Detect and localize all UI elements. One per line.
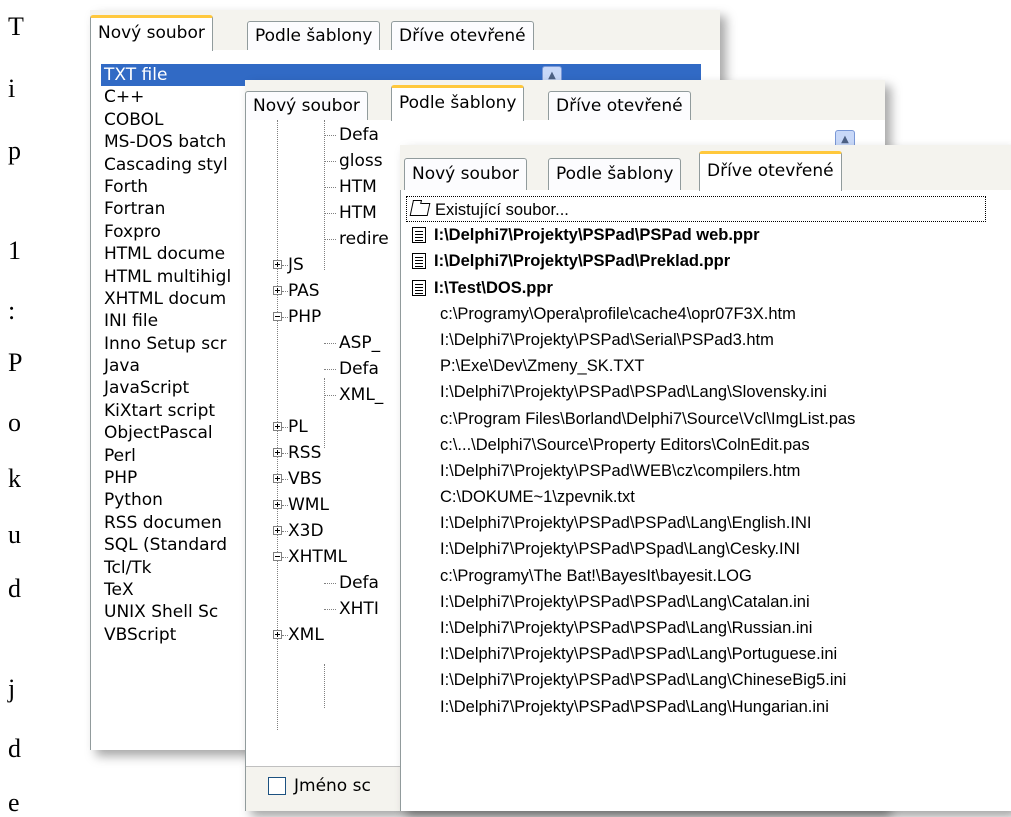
expand-icon[interactable]	[273, 500, 282, 509]
recent-file-item[interactable]: I:\Delphi7\Projekty\PSPad\PSPad\Lang\Hun…	[406, 694, 1006, 720]
side-char: d	[8, 574, 21, 603]
tree-folder-label: WML	[288, 495, 329, 515]
tab-by-template[interactable]: Podle šablony	[391, 85, 525, 122]
recent-file-item[interactable]: I:\Delphi7\Projekty\PSPad\PSpad\Lang\Ces…	[406, 536, 1006, 562]
recent-file-item[interactable]: I:\Delphi7\Projekty\PSPad\WEB\cz\compile…	[406, 458, 1006, 484]
tree-folder-label: XHTML	[288, 547, 347, 567]
template-name-checkbox[interactable]	[268, 777, 286, 795]
side-char: i	[8, 74, 16, 103]
expand-icon[interactable]	[273, 286, 282, 295]
side-char: j	[8, 674, 16, 703]
expand-icon[interactable]	[273, 474, 282, 483]
side-char: P	[8, 348, 23, 377]
recent-file-item[interactable]: c:\Programy\The Bat!\BayesIt\bayesit.LOG	[406, 563, 1006, 589]
recent-file-item[interactable]: I:\Delphi7\Projekty\PSPad\Serial\PSPad3.…	[406, 327, 1006, 353]
tab-bar: Nový soubor Podle šablony Dříve otevřené	[90, 10, 720, 52]
expand-icon[interactable]	[273, 448, 282, 457]
project-file-icon	[412, 227, 426, 244]
tab-bar: Nový soubor Podle šablony Dříve otevřené	[400, 145, 1011, 192]
project-file-icon	[412, 279, 426, 296]
recent-files-list: Existující soubor... I:\Delphi7\Projekty…	[406, 196, 1006, 720]
tree-folder-label: JS	[288, 255, 304, 275]
recent-file-item[interactable]: I:\Delphi7\Projekty\PSPad\PSPad\Lang\Eng…	[406, 510, 1006, 536]
open-existing-label: Existující soubor...	[435, 201, 569, 219]
tab-by-template[interactable]: Podle šablony	[247, 21, 381, 51]
tree-folder-label: RSS	[288, 443, 322, 463]
recent-file-item[interactable]: C:\DOKUME~1\zpevnik.txt	[406, 484, 1006, 510]
tree-folder-label: PAS	[288, 281, 320, 301]
recent-file-item[interactable]: I:\Delphi7\Projekty\PSPad\PSPad\Lang\Por…	[406, 641, 1006, 667]
side-char: e	[8, 788, 20, 817]
recent-file-item[interactable]: I:\Delphi7\Projekty\PSPad\PSPad\Lang\Cat…	[406, 589, 1006, 615]
tab-new-file[interactable]: Nový soubor	[245, 91, 368, 121]
recent-project-item[interactable]: I:\Delphi7\Projekty\PSPad\PSPad web.ppr	[406, 222, 1006, 248]
tab-new-file[interactable]: Nový soubor	[404, 158, 527, 191]
expand-icon[interactable]	[273, 260, 282, 269]
side-char: :	[8, 296, 16, 325]
side-char: p	[8, 136, 21, 165]
tree-folder-label: PHP	[288, 307, 322, 327]
recent-file-item[interactable]: I:\Delphi7\Projekty\PSPad\PSPad\Lang\Slo…	[406, 379, 1006, 405]
expand-icon[interactable]	[273, 422, 282, 431]
recent-files-area: Existující soubor... I:\Delphi7\Projekty…	[400, 190, 1011, 811]
side-char: k	[8, 464, 21, 493]
tab-by-template[interactable]: Podle šablony	[548, 158, 682, 191]
recent-project-path: I:\Delphi7\Projekty\PSPad\PSPad web.ppr	[434, 226, 760, 245]
expand-icon[interactable]	[273, 630, 282, 639]
side-char: 1	[8, 236, 21, 265]
tree-folder-label: VBS	[288, 469, 322, 489]
tree-folder-label: PL	[288, 417, 308, 437]
tab-recently-opened[interactable]: Dříve otevřené	[548, 91, 691, 121]
tab-recently-opened[interactable]: Dříve otevřené	[391, 21, 534, 51]
recent-file-item[interactable]: I:\Delphi7\Projekty\PSPad\PSPad\Lang\Chi…	[406, 667, 1006, 693]
recent-project-item[interactable]: I:\Test\DOS.ppr	[406, 275, 1006, 301]
tree-folder-label: X3D	[288, 521, 324, 541]
tab-bar: Nový soubor Podle šablony Dříve otevřené	[245, 80, 885, 122]
template-name-checkbox-label: Jméno sc	[294, 776, 371, 796]
tab-new-file[interactable]: Nový soubor	[90, 15, 213, 52]
recent-project-path: I:\Test\DOS.ppr	[434, 278, 553, 297]
open-existing-file-item[interactable]: Existující soubor...	[406, 196, 986, 223]
side-char: o	[8, 408, 21, 437]
tree-folder-label: XML	[288, 625, 324, 645]
expand-icon[interactable]	[273, 526, 282, 535]
open-folder-icon	[409, 203, 431, 216]
side-char: d	[8, 734, 21, 763]
side-char: T	[8, 12, 24, 41]
recent-file-item[interactable]: I:\Delphi7\Projekty\PSPad\PSPad\Lang\Rus…	[406, 615, 1006, 641]
collapse-icon[interactable]	[273, 552, 282, 561]
project-file-icon	[412, 253, 426, 270]
tab-recently-opened[interactable]: Dříve otevřené	[699, 151, 842, 192]
recent-project-item[interactable]: I:\Delphi7\Projekty\PSPad\Preklad.ppr	[406, 248, 1006, 274]
recent-file-item[interactable]: c:\Program Files\Borland\Delphi7\Source\…	[406, 406, 1006, 432]
recent-file-item[interactable]: P:\Exe\Dev\Zmeny_SK.TXT	[406, 353, 1006, 379]
recent-file-item[interactable]: c:\Programy\Opera\profile\cache4\opr07F3…	[406, 301, 1006, 327]
recent-project-path: I:\Delphi7\Projekty\PSPad\Preklad.ppr	[434, 252, 731, 271]
side-text-column: T i p 1 : P o k u d j d e	[0, 0, 60, 816]
recent-file-item[interactable]: c:\...\Delphi7\Source\Property Editors\C…	[406, 432, 1006, 458]
recent-files-panel: Nový soubor Podle šablony Dříve otevřené…	[400, 145, 1011, 811]
side-char: u	[8, 520, 21, 549]
collapse-icon[interactable]	[273, 312, 282, 321]
